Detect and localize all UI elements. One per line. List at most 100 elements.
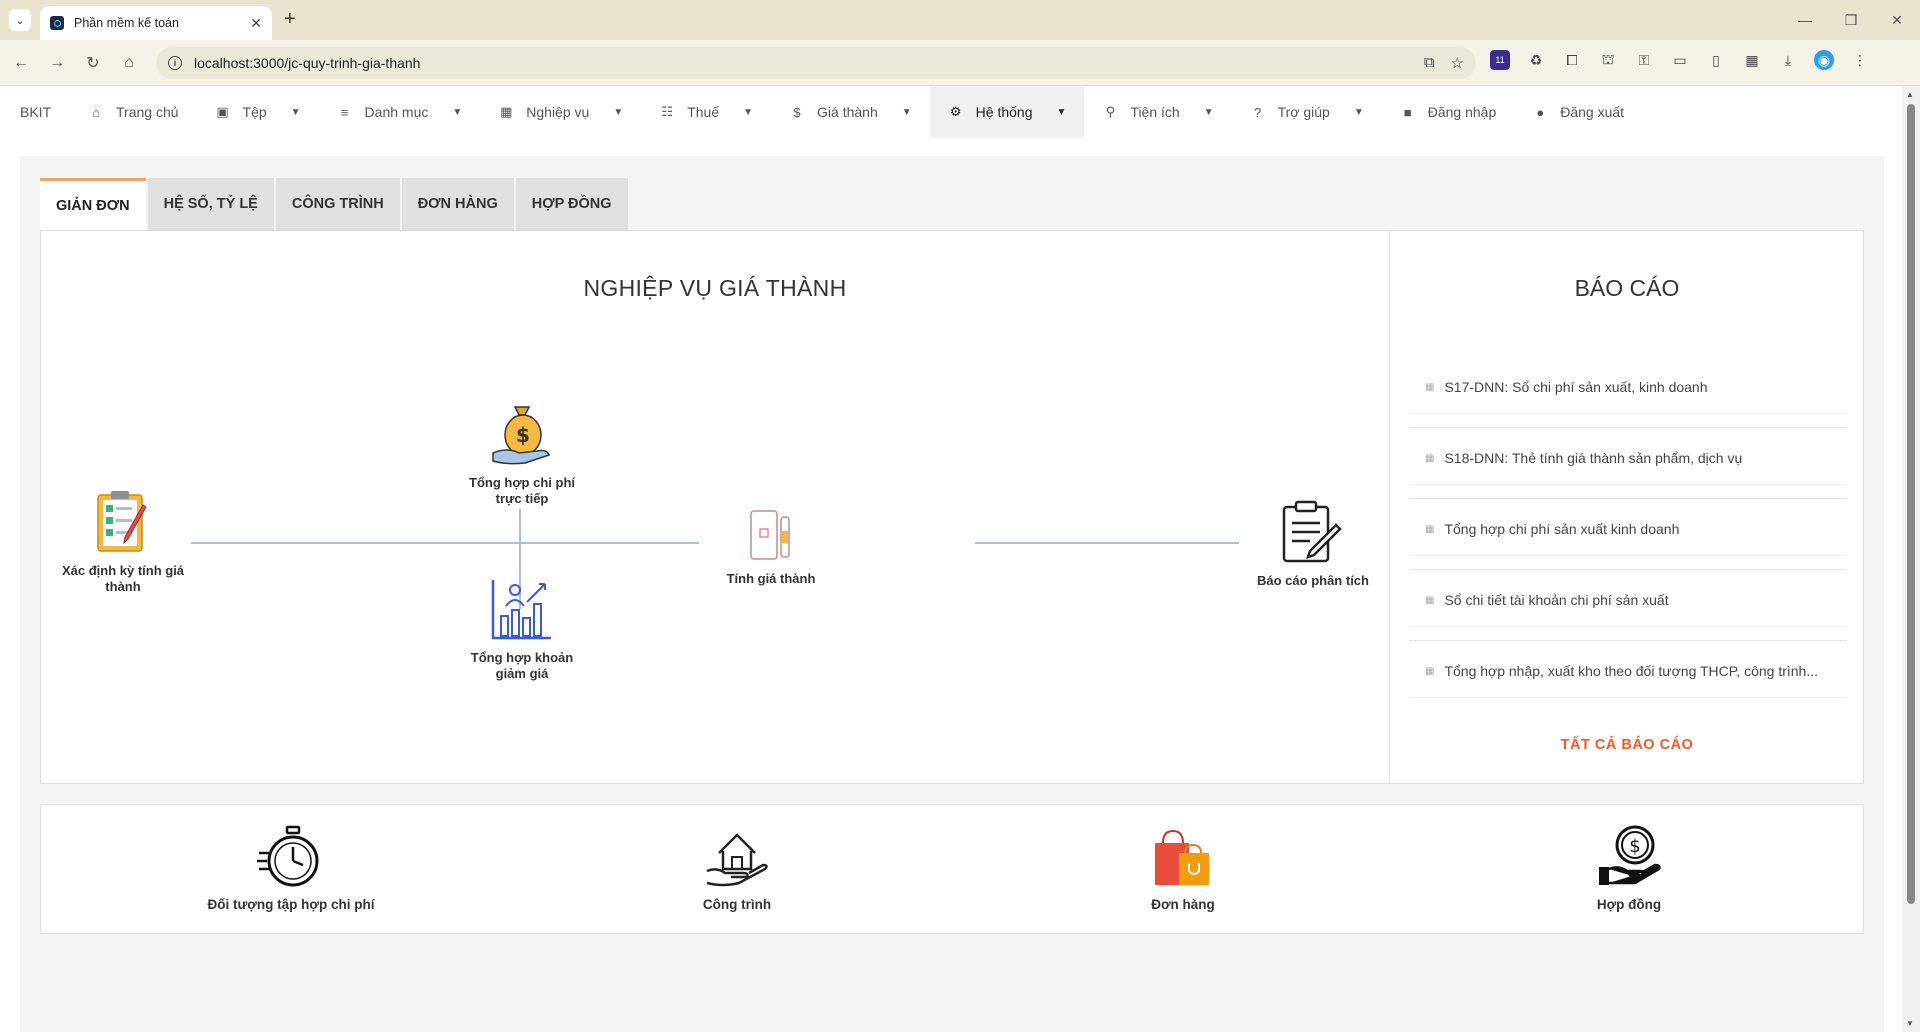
- url-field[interactable]: i localhost:3000/jc-quy-trinh-gia-thanh …: [156, 47, 1476, 79]
- dollar-coin-hand-icon: $: [1599, 825, 1661, 885]
- tab-construction[interactable]: CÔNG TRÌNH: [275, 178, 400, 230]
- money-bag-hand-icon: $: [492, 406, 550, 465]
- shortcut-construction[interactable]: Công trình: [587, 825, 887, 912]
- process-tabs: GIẢN ĐƠN HỆ SỐ, TỶ LỆ CÔNG TRÌNH ĐƠN HÀN…: [40, 178, 630, 230]
- menu-home[interactable]: ⌂ Trang chủ: [70, 86, 197, 138]
- flow-label: Tổng hợp khoản giảm giá: [470, 650, 574, 681]
- tab-order[interactable]: ĐƠN HÀNG: [401, 178, 514, 230]
- shortcut-label: Đối tượng tập hợp chi phí: [207, 897, 375, 912]
- menu-operations[interactable]: ▦ Nghiệp vụ ▼: [480, 86, 641, 138]
- menu-logout[interactable]: ● Đăng xuất: [1514, 86, 1642, 138]
- profile-avatar-icon[interactable]: ◉: [1814, 50, 1834, 70]
- sidebar-icon[interactable]: ▦: [1742, 50, 1762, 70]
- browser-tab-title: Phần mềm kế toán: [74, 16, 179, 30]
- report-item[interactable]: ▦ S18-DNN: Thẻ tính giá thành sản phẩm, d…: [1409, 428, 1847, 499]
- new-tab-button[interactable]: +: [284, 8, 296, 31]
- flow-node-direct-costs[interactable]: $ Tổng hợp chi phí trực tiếp: [455, 401, 589, 507]
- page-scrollbar[interactable]: ▲ ▼: [1902, 86, 1920, 1032]
- menu-help[interactable]: ? Trợ giúp ▼: [1232, 86, 1382, 138]
- caret-down-icon: ▼: [452, 106, 463, 118]
- report-item-label: Sổ chi tiết tài khoản chi phí sản xuất: [1444, 592, 1669, 608]
- tab-contract[interactable]: HỢP ĐỒNG: [515, 178, 628, 230]
- caret-down-icon: ▼: [901, 106, 912, 118]
- main-panel: NGHIỆP VỤ GIÁ THÀNH Xác định kỳ tính giá…: [40, 230, 1864, 784]
- home-page-icon[interactable]: ⌂: [116, 50, 142, 76]
- stopwatch-icon: [257, 825, 319, 887]
- report-item[interactable]: ▦ Sổ chi tiết tài khoản chi phí sản xuất: [1409, 570, 1847, 641]
- flow-node-discounts[interactable]: Tổng hợp khoản giảm giá: [455, 576, 589, 682]
- shortcut-cost-object[interactable]: Đối tượng tập hợp chi phí: [141, 825, 441, 912]
- restore-icon[interactable]: ❐: [1828, 0, 1874, 40]
- report-item-label: Tổng hợp chi phí sản xuất kinh doanh: [1444, 521, 1680, 537]
- download-icon[interactable]: ⤓: [1778, 50, 1798, 70]
- flow-node-period[interactable]: Xác định kỳ tính giá thành: [61, 489, 185, 595]
- card-icon[interactable]: ▭: [1670, 50, 1690, 70]
- menu-tax[interactable]: ☷ Thuế ▼: [641, 86, 771, 138]
- clipboard-checklist-icon: [97, 491, 147, 552]
- reload-icon[interactable]: ↻: [80, 50, 106, 76]
- scroll-up-icon[interactable]: ▲: [1906, 90, 1914, 99]
- shortcut-contract[interactable]: $ Hợp đồng: [1479, 825, 1779, 912]
- tab-search-button[interactable]: ⌄: [9, 9, 31, 31]
- menu-cost[interactable]: $ Giá thành ▼: [771, 86, 930, 138]
- menu-label: Hệ thống: [975, 104, 1033, 120]
- tab-coefficient[interactable]: HỆ SỐ, TỶ LỆ: [147, 178, 274, 230]
- caret-down-icon: ▼: [290, 106, 301, 118]
- recycle-extension-icon[interactable]: ♻: [1526, 50, 1546, 70]
- report-list: ▦ S17-DNN: Sổ chi phí sản xuất, kinh doan…: [1409, 357, 1847, 712]
- caret-down-icon: ▼: [1353, 106, 1364, 118]
- report-item-label: S17-DNN: Sổ chi phí sản xuất, kinh doanh: [1444, 379, 1708, 395]
- menu-label: Tệp: [242, 104, 267, 120]
- list-dot-icon: ▦: [1425, 381, 1435, 393]
- brand-logo[interactable]: BKIT: [0, 86, 70, 138]
- url-text: localhost:3000/jc-quy-trinh-gia-thanh: [194, 55, 421, 71]
- install-app-icon[interactable]: ⧉: [1424, 54, 1435, 72]
- extension-badge-icon[interactable]: 11: [1490, 50, 1510, 70]
- tab-simple[interactable]: GIẢN ĐƠN: [40, 178, 146, 230]
- menu-file[interactable]: ▣ Tệp ▼: [197, 86, 319, 138]
- menu-system[interactable]: ⚙ Hệ thống ▼: [929, 86, 1085, 138]
- report-item[interactable]: ▦ Tổng hợp nhập, xuất kho theo đối tượng …: [1409, 641, 1847, 712]
- scroll-down-icon[interactable]: ▼: [1906, 1019, 1914, 1028]
- walk-icon: ⚲: [1105, 104, 1116, 119]
- close-window-icon[interactable]: ✕: [1874, 0, 1920, 40]
- forward-icon[interactable]: →: [44, 50, 70, 76]
- flow-line: [191, 542, 699, 544]
- minimize-icon[interactable]: —: [1782, 0, 1828, 40]
- all-reports-link[interactable]: TẤT CẢ BÁO CÁO: [1390, 737, 1864, 753]
- incognito-icon[interactable]: ⛫: [1598, 50, 1618, 70]
- dollar-circle-icon: $: [793, 104, 801, 120]
- flow-node-analysis[interactable]: Báo cáo phân tích: [1241, 499, 1385, 589]
- reading-list-icon[interactable]: ▯: [1706, 50, 1726, 70]
- scroll-thumb[interactable]: [1907, 104, 1915, 904]
- caret-down-icon: ▼: [613, 106, 624, 118]
- menu-label: Trang chủ: [116, 104, 179, 120]
- shortcut-order[interactable]: Đơn hàng: [1033, 825, 1333, 912]
- shortcut-panel: Đối tượng tập hợp chi phí Công trình Đơn…: [40, 804, 1864, 934]
- flow-label: Tổng hợp chi phí trực tiếp: [469, 475, 575, 506]
- site-info-icon[interactable]: i: [168, 56, 182, 70]
- browser-tab[interactable]: Phần mềm kế toán ✕: [40, 6, 272, 40]
- puzzle-extension-icon[interactable]: ⧠: [1562, 50, 1582, 70]
- key-icon[interactable]: ⚿: [1634, 50, 1654, 70]
- report-item-label: Tổng hợp nhập, xuất kho theo đối tượng T…: [1444, 663, 1819, 679]
- bookmark-star-icon[interactable]: ☆: [1451, 54, 1464, 72]
- menu-catalog[interactable]: ≡ Danh mục ▼: [319, 86, 481, 138]
- more-menu-icon[interactable]: ⋮: [1850, 50, 1870, 70]
- menu-label: Trợ giúp: [1277, 104, 1330, 120]
- menu-utilities[interactable]: ⚲ Tiện ích ▼: [1084, 86, 1231, 138]
- flow-node-calculate[interactable]: Tính giá thành: [701, 507, 841, 587]
- report-item[interactable]: ▦ Tổng hợp chi phí sản xuất kinh doanh: [1409, 499, 1847, 570]
- address-bar: ← → ↻ ⌂ i localhost:3000/jc-quy-trinh-gi…: [0, 40, 1920, 86]
- svg-text:$: $: [516, 423, 530, 447]
- caret-down-icon: ▼: [1056, 106, 1067, 118]
- home-icon: ⌂: [92, 104, 100, 120]
- menu-label: Tiện ích: [1130, 104, 1180, 120]
- menu-login[interactable]: ■ Đăng nhập: [1382, 86, 1515, 138]
- browser-tab-strip: ⌄ Phần mềm kế toán ✕ + — ❐ ✕: [0, 0, 1920, 40]
- report-item[interactable]: ▦ S17-DNN: Sổ chi phí sản xuất, kinh doan…: [1409, 357, 1847, 428]
- window-controls: — ❐ ✕: [1782, 0, 1920, 40]
- close-tab-icon[interactable]: ✕: [250, 15, 262, 32]
- menu-label: Thuế: [687, 104, 720, 120]
- back-icon[interactable]: ←: [8, 50, 34, 76]
